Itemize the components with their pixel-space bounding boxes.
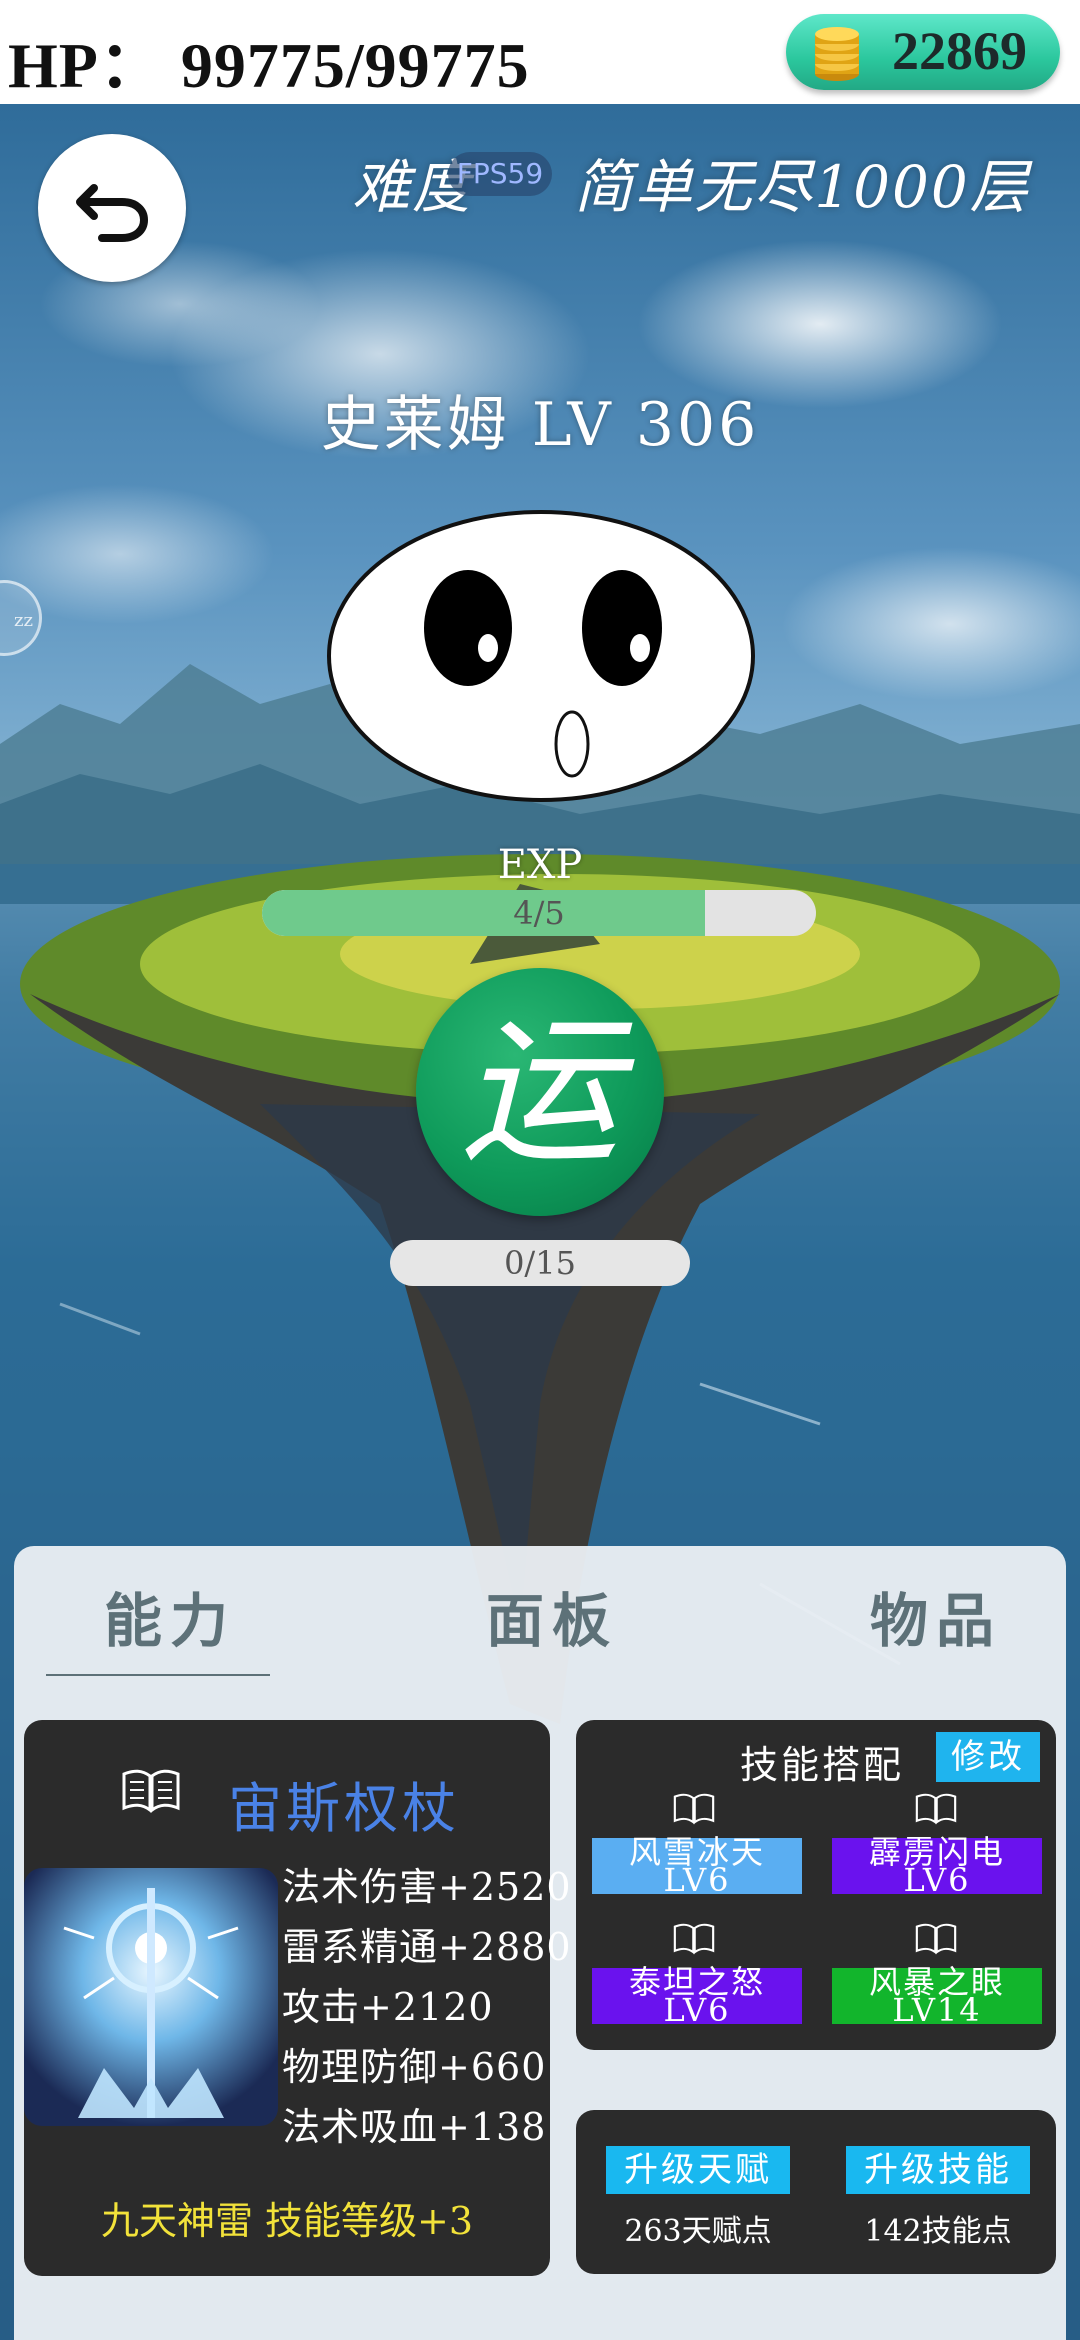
skill-level: LV6 bbox=[663, 1861, 731, 1899]
skill-points: 142技能点 bbox=[864, 2214, 1012, 2249]
weapon-stat: 物理防御+660 bbox=[282, 2045, 547, 2089]
tab-ability[interactable]: 能力 bbox=[104, 1574, 236, 1658]
book-icon bbox=[122, 1769, 180, 1813]
weapon-skill-bonus: 九天神雷 技能等级+3 bbox=[100, 2199, 474, 2243]
undo-arrow-icon bbox=[76, 184, 149, 242]
fps-badge: FPS59 bbox=[448, 152, 552, 196]
luck-button[interactable]: 运 bbox=[416, 968, 664, 1216]
skill-slot[interactable]: 风雪冰天 LV6 bbox=[592, 1836, 802, 1899]
weapon-stat: 攻击+2120 bbox=[282, 1985, 494, 2029]
skill-level: LV6 bbox=[663, 1991, 731, 2029]
talent-points: 263天赋点 bbox=[624, 2214, 772, 2249]
monster-name: 史莱姆 LV 306 bbox=[320, 390, 760, 460]
exp-progress-bar: 4/5 bbox=[262, 890, 816, 936]
top-bar: HP： 99775/99775 22869 bbox=[0, 0, 1080, 105]
skill-slot[interactable]: 霹雳闪电 LV6 bbox=[832, 1836, 1042, 1899]
exp-value: 4/5 bbox=[513, 894, 565, 932]
gold-counter: 22869 bbox=[786, 14, 1060, 90]
skill-level: LV14 bbox=[892, 1991, 982, 2029]
luck-value: 0/15 bbox=[504, 1244, 576, 1282]
book-icon bbox=[673, 1793, 715, 1825]
upgrade-skill-button[interactable]: 升级技能 bbox=[846, 2146, 1030, 2194]
weapon-stat: 法术伤害+2520 bbox=[282, 1865, 572, 1909]
book-icon bbox=[915, 1923, 957, 1955]
luck-button-label: 运 bbox=[459, 998, 620, 1185]
active-tab-underline bbox=[46, 1674, 270, 1676]
weapon-name: 宙斯权杖 bbox=[228, 1777, 460, 1840]
weapon-stat: 雷系精通+2880 bbox=[282, 1925, 572, 1969]
weapon-image[interactable] bbox=[24, 1868, 278, 2126]
modify-skills-button[interactable]: 修改 bbox=[936, 1732, 1040, 1782]
back-button[interactable] bbox=[38, 134, 186, 282]
skill-level: LV6 bbox=[903, 1861, 971, 1899]
upgrade-talent-button[interactable]: 升级天赋 bbox=[606, 2146, 790, 2194]
skill-slot[interactable]: 风暴之眼 LV14 bbox=[832, 1966, 1042, 2029]
luck-progress-bar: 0/15 bbox=[390, 1240, 690, 1286]
gold-coin-stack-icon bbox=[815, 27, 859, 81]
mode-label: 简单无尽1000层 bbox=[574, 153, 1030, 221]
gold-amount: 22869 bbox=[892, 21, 1027, 81]
skill-loadout-title: 技能搭配 bbox=[740, 1743, 905, 1787]
scepter-icon bbox=[24, 1868, 278, 2126]
exp-label: EXP bbox=[497, 842, 583, 888]
skill-slot[interactable]: 泰坦之怒 LV6 bbox=[592, 1966, 802, 2029]
slime-monster[interactable] bbox=[326, 508, 756, 808]
book-icon bbox=[673, 1923, 715, 1955]
hp-display: HP： 99775/99775 bbox=[8, 30, 530, 101]
book-icon bbox=[915, 1793, 957, 1825]
tab-items[interactable]: 物品 bbox=[870, 1574, 1002, 1658]
weapon-stat: 法术吸血+138 bbox=[282, 2105, 547, 2149]
tab-panel[interactable]: 面板 bbox=[486, 1574, 618, 1658]
